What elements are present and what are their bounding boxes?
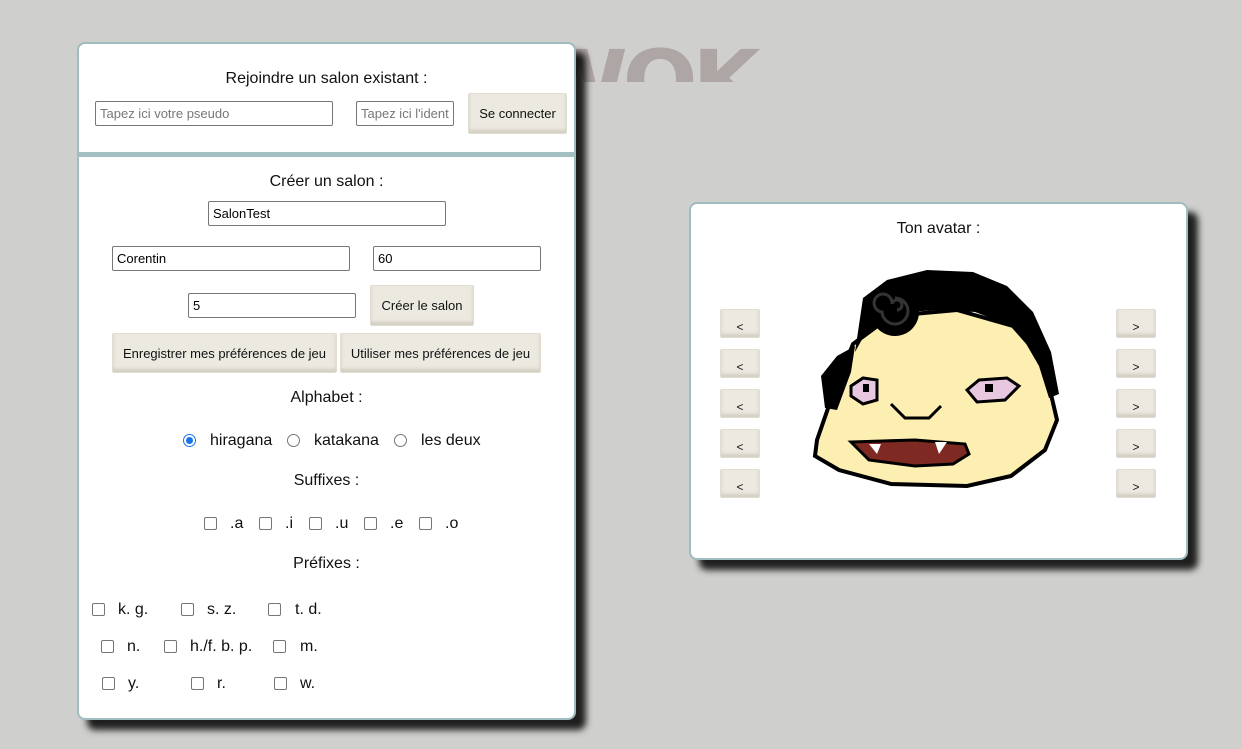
avatar-next-button-1[interactable]: > — [1116, 309, 1156, 338]
suffix-u-label: .u — [335, 515, 349, 532]
suffix-e-checkbox[interactable] — [364, 517, 377, 530]
prefix-y-checkbox[interactable] — [102, 677, 115, 690]
prefix-y-label: y. — [128, 675, 140, 692]
prefix-sz-checkbox[interactable] — [181, 603, 194, 616]
suffix-i-label: .i — [285, 515, 293, 532]
radio-both[interactable] — [394, 434, 407, 447]
prefix-m-label: m. — [300, 638, 318, 655]
avatar-next-button-2[interactable]: > — [1116, 349, 1156, 378]
prefix-n-checkbox[interactable] — [101, 640, 114, 653]
rounds-input[interactable] — [188, 293, 356, 318]
avatar-next-button-3[interactable]: > — [1116, 389, 1156, 418]
suffix-i-checkbox[interactable] — [259, 517, 272, 530]
prefix-hfbp-checkbox[interactable] — [164, 640, 177, 653]
suffix-o-label: .o — [445, 515, 459, 532]
lobby-panel: Rejoindre un salon existant : Se connect… — [77, 42, 576, 720]
suffixes-title: Suffixes : — [293, 472, 360, 489]
prefix-r-checkbox[interactable] — [191, 677, 204, 690]
player-name-input[interactable] — [112, 246, 350, 271]
avatar-next-button-5[interactable]: > — [1116, 469, 1156, 498]
prefix-kg-label: k. g. — [118, 601, 149, 618]
room-name-input[interactable] — [208, 201, 446, 226]
prefix-r-label: r. — [217, 675, 226, 692]
radio-label-both: les deux — [421, 432, 481, 449]
avatar-prev-button-5[interactable]: < — [720, 469, 760, 498]
radio-label-hiragana: hiragana — [210, 432, 273, 449]
room-id-input[interactable] — [356, 101, 454, 126]
prefix-n-label: n. — [127, 638, 141, 655]
suffix-o-checkbox[interactable] — [419, 517, 432, 530]
prefix-kg-checkbox[interactable] — [92, 603, 105, 616]
avatar-prev-button-3[interactable]: < — [720, 389, 760, 418]
suffix-u-checkbox[interactable] — [309, 517, 322, 530]
save-prefs-button[interactable]: Enregistrer mes préférences de jeu — [112, 333, 337, 373]
avatar-prev-button-4[interactable]: < — [720, 429, 760, 458]
avatar-title: Ton avatar : — [896, 220, 981, 237]
pseudo-input[interactable] — [95, 101, 333, 126]
create-title: Créer un salon : — [269, 173, 384, 190]
avatar-next-button-4[interactable]: > — [1116, 429, 1156, 458]
alphabet-title: Alphabet : — [290, 389, 363, 406]
create-room-button[interactable]: Créer le salon — [370, 285, 474, 326]
prefix-w-checkbox[interactable] — [274, 677, 287, 690]
prefix-w-label: w. — [300, 675, 316, 692]
suffix-a-checkbox[interactable] — [204, 517, 217, 530]
prefix-td-label: t. d. — [295, 601, 322, 618]
join-title: Rejoindre un salon existant : — [225, 70, 428, 87]
prefix-sz-label: s. z. — [207, 601, 237, 618]
prefix-m-checkbox[interactable] — [273, 640, 286, 653]
radio-hiragana[interactable] — [183, 434, 196, 447]
time-input[interactable] — [373, 246, 541, 271]
suffix-a-label: .a — [230, 515, 244, 532]
avatar-image — [812, 270, 1060, 489]
connect-button[interactable]: Se connecter — [468, 93, 567, 134]
prefixes-title: Préfixes : — [293, 555, 360, 572]
radio-katakana[interactable] — [287, 434, 300, 447]
section-divider — [79, 152, 574, 157]
suffix-e-label: .e — [390, 515, 404, 532]
prefix-hfbp-label: h./f. b. p. — [190, 638, 253, 655]
radio-label-katakana: katakana — [314, 432, 379, 449]
prefix-td-checkbox[interactable] — [268, 603, 281, 616]
avatar-panel: Ton avatar : < < < < < > > > > > — [689, 202, 1188, 560]
use-prefs-button[interactable]: Utiliser mes préférences de jeu — [340, 333, 541, 373]
avatar-prev-button-1[interactable]: < — [720, 309, 760, 338]
avatar-prev-button-2[interactable]: < — [720, 349, 760, 378]
